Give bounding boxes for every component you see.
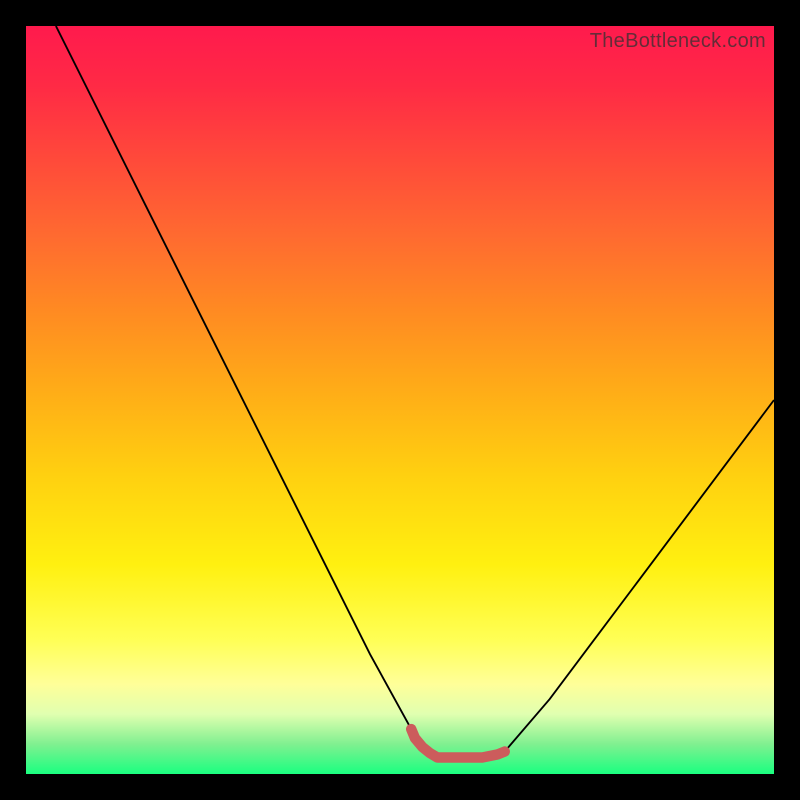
chart-svg xyxy=(26,26,774,774)
bottleneck-highlight-path xyxy=(411,729,505,757)
bottleneck-curve-path xyxy=(56,26,774,758)
watermark-text: TheBottleneck.com xyxy=(590,30,766,53)
plot-area: TheBottleneck.com xyxy=(26,26,774,774)
